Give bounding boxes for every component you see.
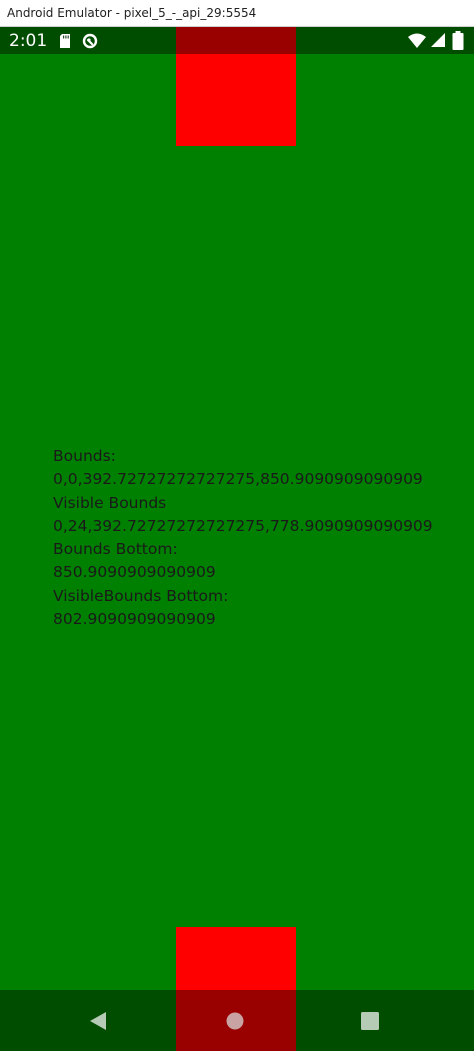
navigation-bar — [0, 990, 474, 1051]
battery-icon — [452, 31, 464, 50]
visible-bounds-bottom-value: 802.9090909090909 — [53, 610, 216, 629]
signal-icon — [431, 33, 445, 47]
sync-icon — [82, 33, 98, 49]
recents-icon — [361, 1012, 379, 1030]
window-titlebar[interactable]: Android Emulator - pixel_5_-_api_29:5554 — [0, 0, 474, 27]
bounds-label: Bounds: — [53, 447, 116, 465]
status-time: 2:01 — [9, 31, 48, 51]
home-button[interactable] — [205, 990, 265, 1051]
bounds-value: 0,0,392.72727272727275,850.9090909090909 — [53, 470, 423, 489]
bounds-bottom-value: 850.9090909090909 — [53, 563, 216, 582]
bounds-bottom-label: Bounds Bottom: — [53, 540, 178, 559]
wifi-icon — [408, 33, 426, 48]
emulator-window: Android Emulator - pixel_5_-_api_29:5554… — [0, 0, 474, 1051]
visible-bounds-bottom-label: VisibleBounds Bottom: — [53, 586, 229, 605]
home-icon — [226, 1012, 244, 1030]
bounds-info-text: Bounds: 0,0,392.72727272727275,850.90909… — [53, 445, 463, 631]
recents-button[interactable] — [340, 990, 400, 1051]
visible-bounds-value: 0,24,392.72727272727275,778.909090909090… — [53, 516, 433, 535]
back-button[interactable] — [68, 990, 128, 1051]
window-title: Android Emulator - pixel_5_-_api_29:5554 — [7, 6, 257, 20]
sd-card-icon — [60, 34, 70, 48]
visible-bounds-label: Visible Bounds — [53, 493, 167, 512]
back-icon — [90, 1012, 106, 1030]
device-screen[interactable]: 2:01 Bounds: 0,0,392.72727272727275,850.… — [0, 27, 474, 1051]
status-bar: 2:01 — [0, 27, 474, 54]
